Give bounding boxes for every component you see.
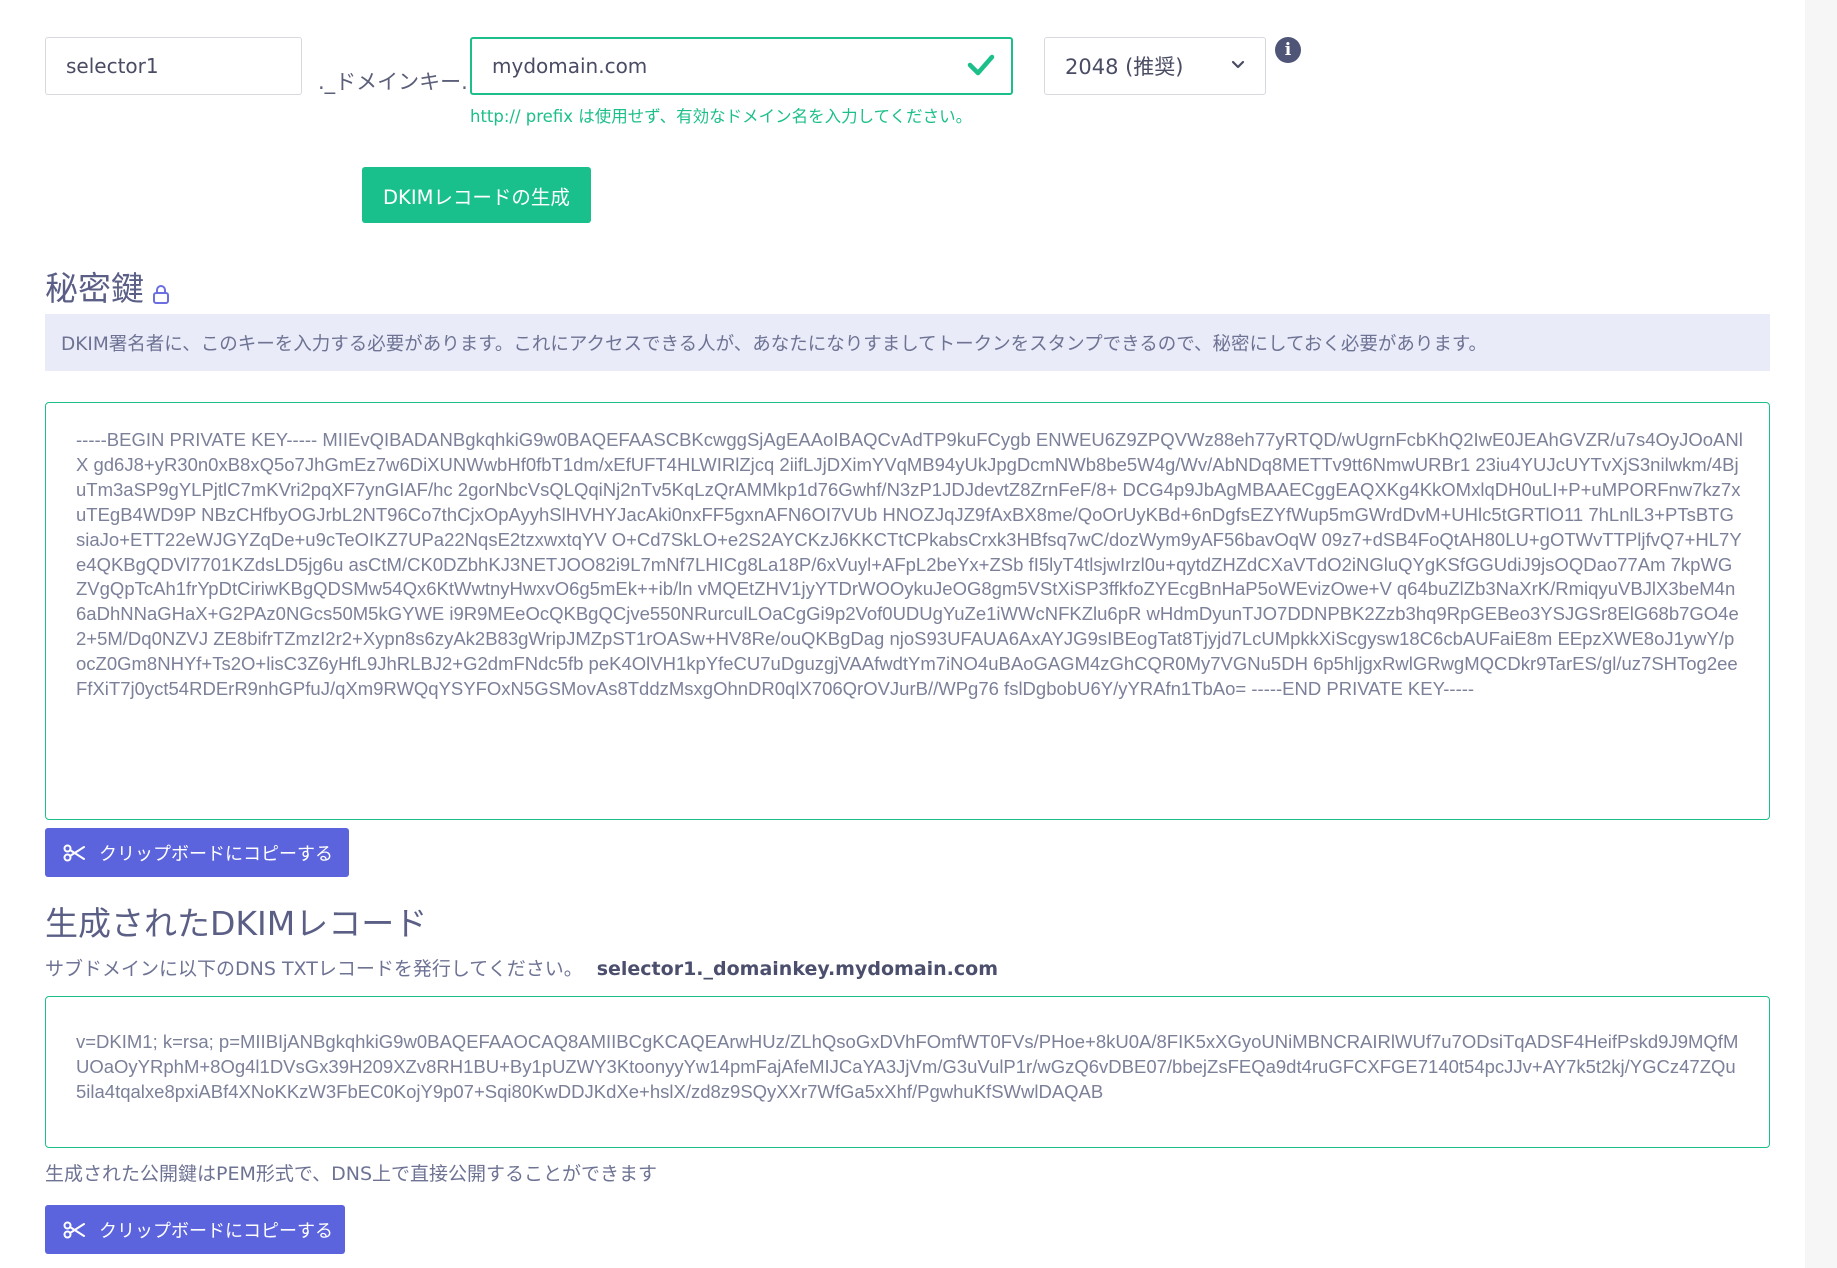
private-key-notice: DKIM署名者に、このキーを入力する必要があります。これにアクセスできる人が、あ… [45,314,1770,371]
selector-input[interactable]: selector1 [45,37,302,95]
private-key-title: 秘密鍵 [45,269,144,308]
key-size-select[interactable]: 2048 (推奨) [1044,37,1266,95]
record-host: selector1._domainkey.mydomain.com [596,958,999,980]
lock-icon [153,285,169,304]
public-key-note: 生成された公開鍵はPEM形式で、DNS上で直接公開することができます [45,1163,658,1185]
generate-dkim-button[interactable]: DKIMレコードの生成 [362,167,591,223]
copy-private-key-label: クリップボードにコピーする [99,843,333,865]
private-key-header: 秘密鍵 [45,262,170,310]
copy-dkim-record-label: クリップボードにコピーする [99,1220,333,1242]
page-scrollbar[interactable] [1805,0,1837,1268]
selector-value: selector1 [66,54,159,78]
dkim-record-box[interactable]: v=DKIM1; k=rsa; p=MIIBIjANBgkqhkiG9w0BAQ… [45,996,1770,1148]
domainkey-suffix-label: ._ドメインキー. [318,70,468,94]
scissors-icon [63,1221,85,1238]
scissors-icon [63,844,85,861]
private-key-box[interactable]: -----BEGIN PRIVATE KEY----- MIIEvQIBADAN… [45,402,1770,820]
copy-dkim-record-button[interactable]: クリップボードにコピーする [45,1205,345,1254]
domain-hint: http:// prefix は使用せず、有効なドメイン名を入力してください。 [470,107,973,126]
domain-input[interactable]: mydomain.com [470,37,1013,95]
check-icon [967,54,995,76]
instruction-text: サブドメインに以下のDNS TXTレコードを発行してください。 [45,958,583,980]
dkim-record-instruction: サブドメインに以下のDNS TXTレコードを発行してください。 selector1… [45,954,998,981]
info-icon[interactable]: i [1275,37,1301,63]
key-size-value: 2048 (推奨) [1065,55,1184,79]
copy-private-key-button[interactable]: クリップボードにコピーする [45,828,349,877]
chevron-down-icon [1231,60,1245,69]
dkim-record-title: 生成されたDKIMレコード [45,904,428,943]
domain-value: mydomain.com [492,54,648,78]
